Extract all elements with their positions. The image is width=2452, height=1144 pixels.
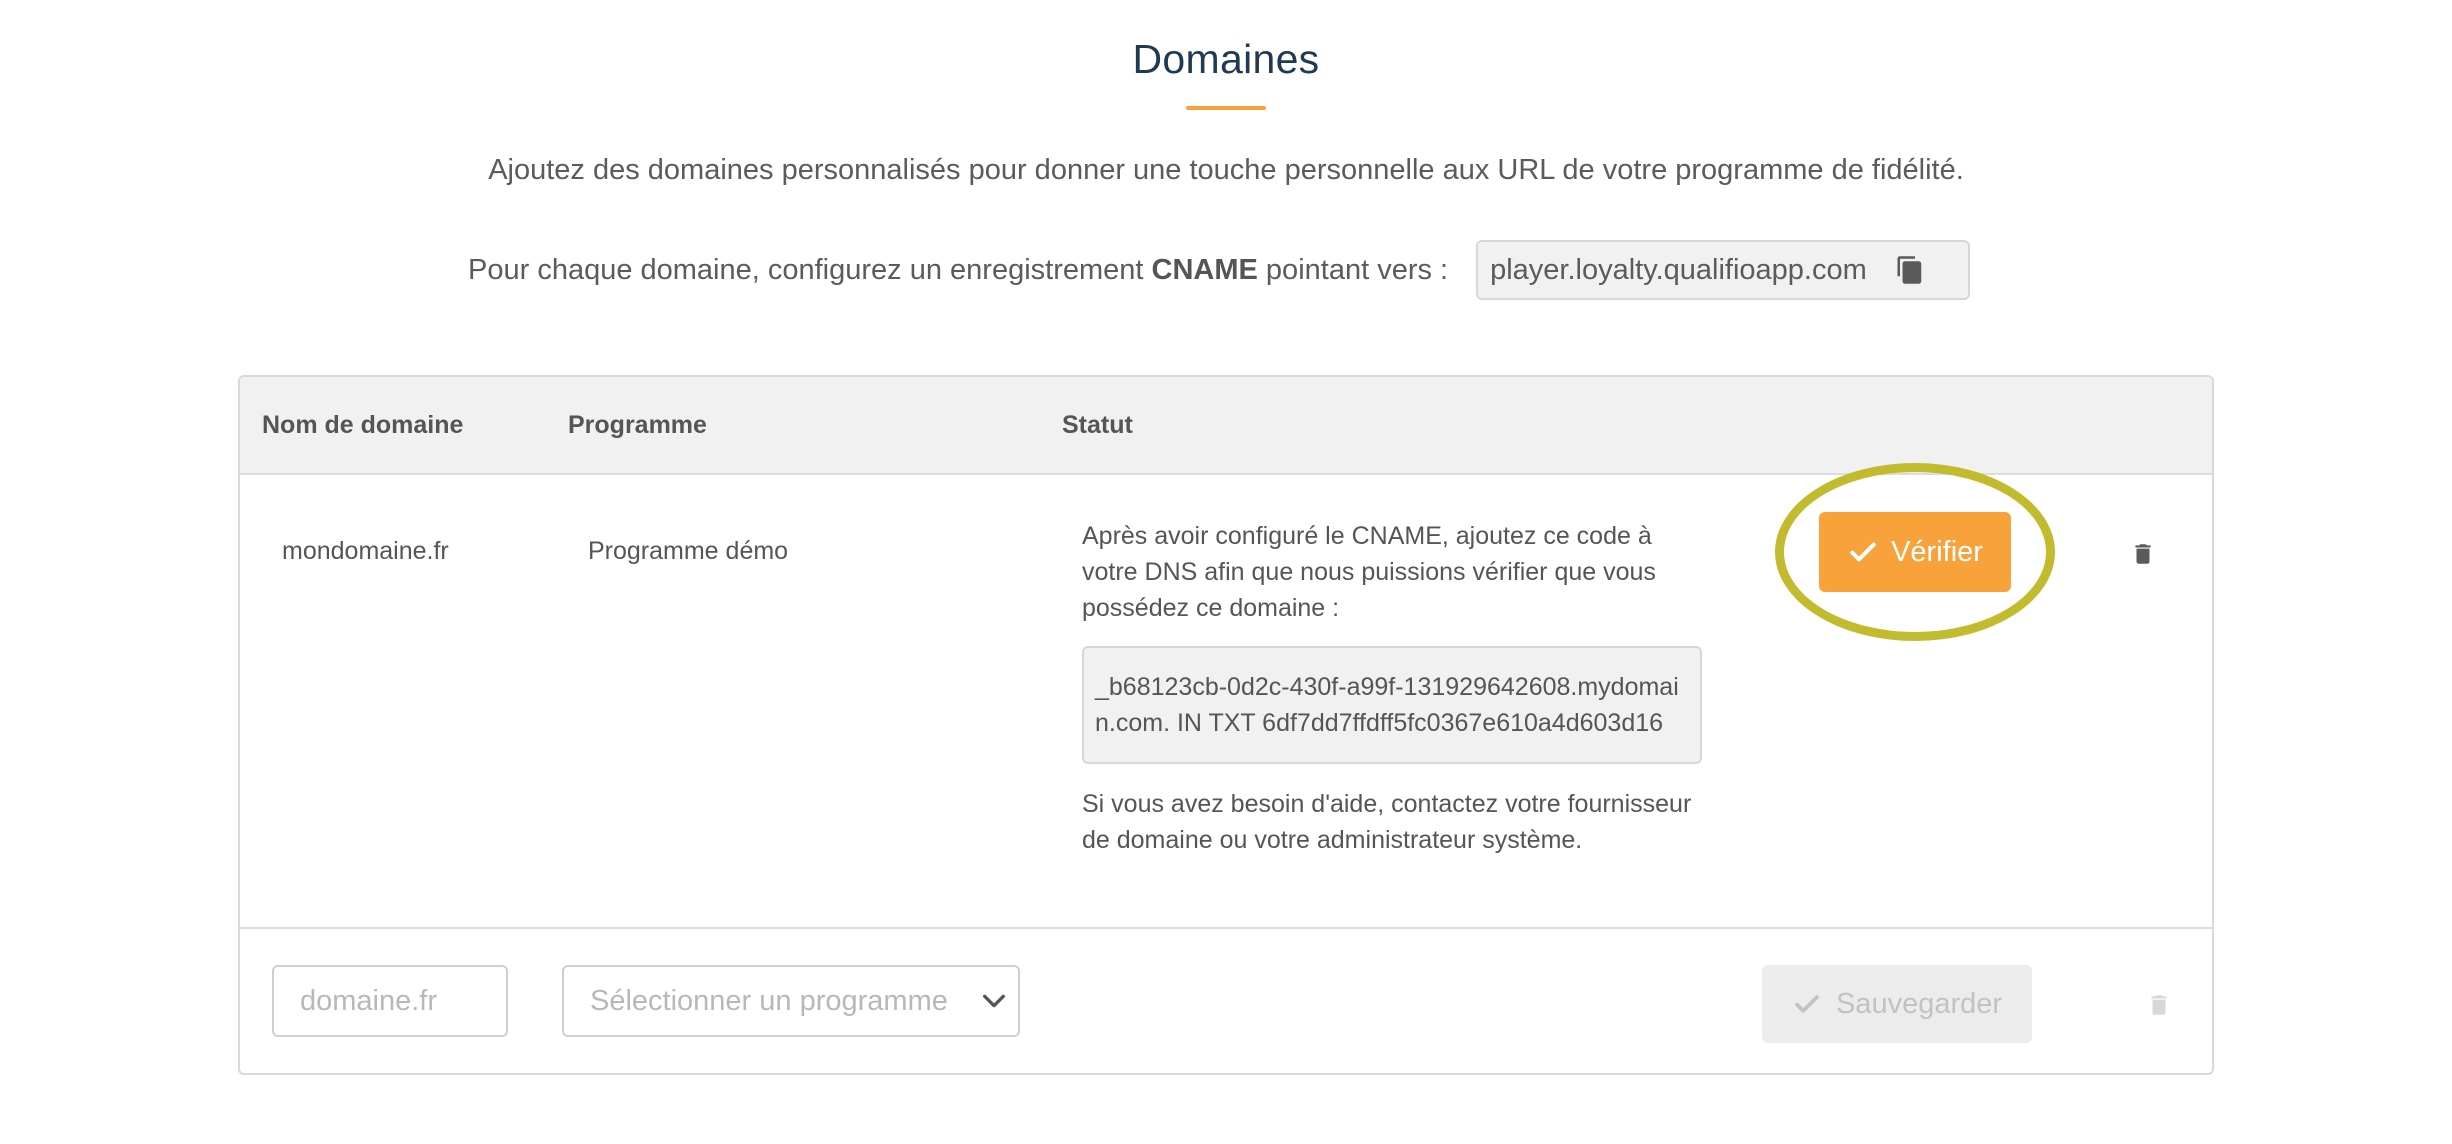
header-domain: Nom de domaine	[262, 411, 464, 439]
cname-instruction: Pour chaque domaine, configurez un enreg…	[468, 254, 1448, 287]
program-select-placeholder: Sélectionner un programme	[590, 984, 948, 1017]
cname-prefix: Pour chaque domaine, configurez un enreg…	[468, 253, 1152, 286]
verify-button[interactable]: Vérifier	[1819, 512, 2011, 592]
row-status: Après avoir configuré le CNAME, ajoutez …	[1082, 518, 1702, 858]
table-header: Nom de domaine Programme Statut	[240, 377, 2212, 475]
save-button[interactable]: Sauvegarder	[1762, 965, 2032, 1043]
cname-row: Pour chaque domaine, configurez un enreg…	[468, 239, 1971, 301]
row-program: Programme démo	[588, 537, 789, 565]
verify-label: Vérifier	[1891, 535, 1983, 568]
copy-icon[interactable]	[1895, 255, 1925, 285]
trash-icon[interactable]	[2146, 991, 2172, 1019]
trash-icon[interactable]	[2130, 540, 2156, 568]
page-title: Domaines	[1132, 36, 1320, 82]
status-instructions: Après avoir configuré le CNAME, ajoutez …	[1082, 522, 1656, 622]
cname-target-field: player.loyalty.qualifioapp.com	[1476, 240, 1971, 300]
domain-input[interactable]	[272, 965, 508, 1037]
chevron-down-icon	[980, 987, 1008, 1015]
header-program: Programme	[568, 411, 707, 439]
program-select[interactable]: Sélectionner un programme	[562, 965, 1020, 1037]
cname-keyword: CNAME	[1151, 253, 1258, 286]
domains-table: Nom de domaine Programme Statut mondomai…	[238, 375, 2214, 1075]
intro-text: Ajoutez des domaines personnalisés pour …	[488, 154, 1964, 186]
status-help: Si vous avez besoin d'aide, contactez vo…	[1082, 790, 1692, 854]
cname-target-value: player.loyalty.qualifioapp.com	[1490, 253, 1867, 286]
check-icon	[1792, 989, 1822, 1019]
txt-record-code: _b68123cb-0d2c-430f-a99f-131929642608.my…	[1082, 646, 1702, 764]
header-status: Statut	[1062, 411, 1133, 439]
title-underline	[1186, 106, 1266, 110]
save-label: Sauvegarder	[1835, 987, 2003, 1020]
check-icon	[1847, 536, 1879, 568]
new-domain-row: Sélectionner un programme Sauvegarder	[240, 929, 2212, 1073]
row-domain: mondomaine.fr	[282, 537, 449, 565]
cname-suffix: pointant vers :	[1257, 253, 1449, 286]
